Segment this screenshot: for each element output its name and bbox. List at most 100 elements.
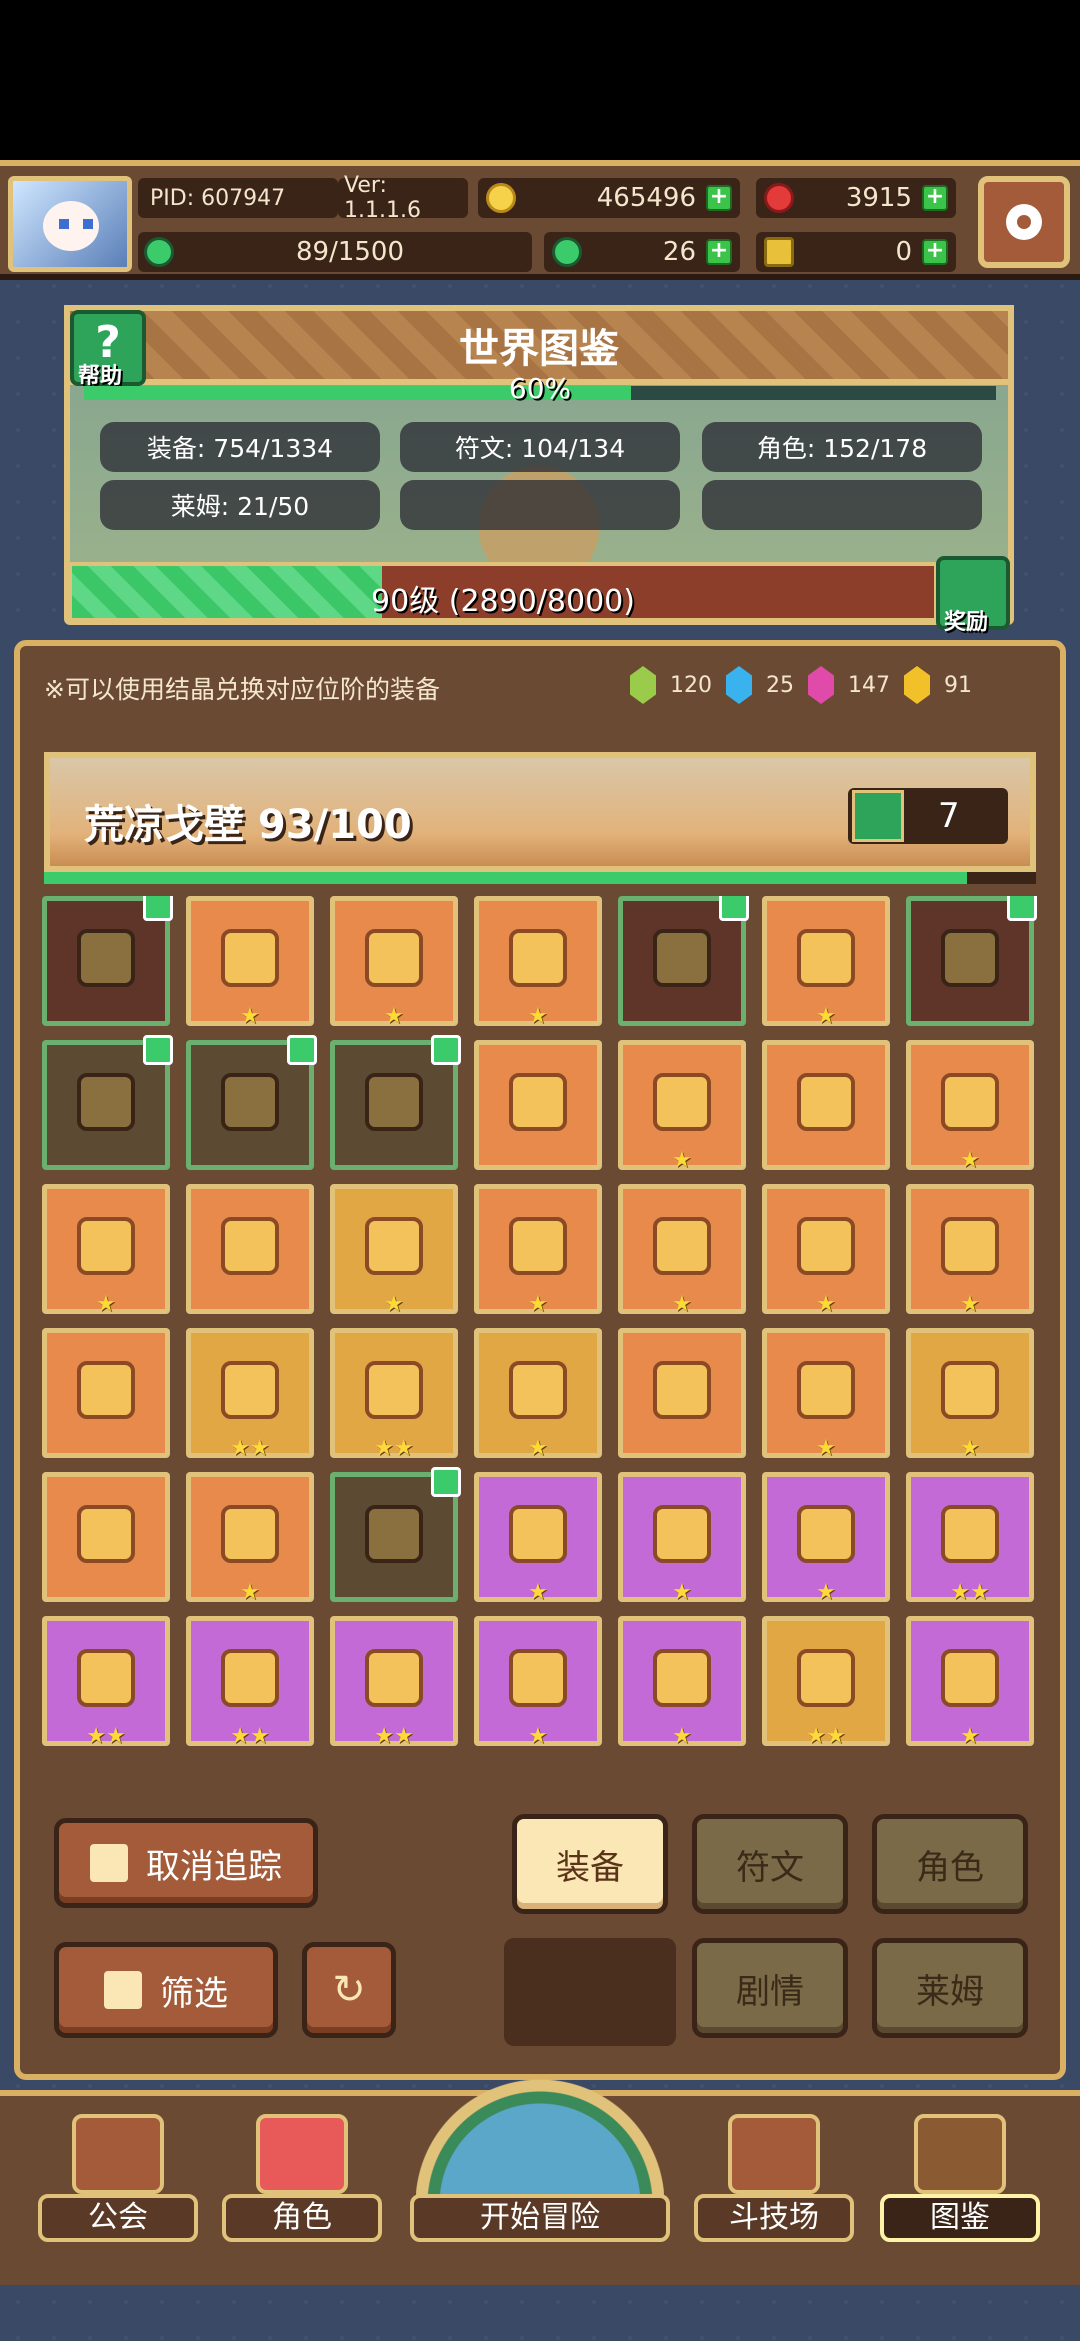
red-gem-icon: [764, 183, 794, 213]
star-rating: ★: [240, 1004, 260, 1029]
equipment-slot[interactable]: ★: [762, 1328, 890, 1461]
equipment-slot[interactable]: ★: [618, 1040, 746, 1173]
tab-equip[interactable]: 装备: [512, 1814, 668, 1914]
tab-rune[interactable]: 符文: [692, 1814, 848, 1914]
equipment-slot[interactable]: ★★: [906, 1472, 1034, 1605]
jewel-cross-icon: [797, 1649, 855, 1707]
crossed-swords-icon: [728, 2114, 820, 2194]
star-rating: ★: [960, 1292, 980, 1317]
clover-value: 26: [662, 237, 696, 267]
equipment-slot[interactable]: [42, 1035, 173, 1170]
avatar-eye: [59, 219, 69, 229]
cross-emblem-icon: [509, 1073, 567, 1131]
equipment-slot[interactable]: ★: [618, 1616, 746, 1749]
equipment-slot[interactable]: [906, 896, 1037, 1026]
star-rating: ★: [240, 1580, 260, 1605]
add-key-button[interactable]: +: [922, 239, 948, 265]
reward-label: 奖励: [944, 610, 989, 635]
nav-adventure[interactable]: 开始冒险: [410, 2064, 670, 2244]
equipment-slot[interactable]: [762, 1040, 890, 1170]
equipment-slot[interactable]: ★: [42, 1184, 170, 1317]
equipment-slot[interactable]: ★: [474, 896, 602, 1029]
equipment-slot[interactable]: ★★: [186, 1328, 314, 1461]
equipment-slot[interactable]: ★: [762, 1472, 890, 1605]
star-rating: ★: [816, 1436, 836, 1461]
equipment-slot[interactable]: ★★: [186, 1616, 314, 1749]
crystal-notice: ※可以使用结晶兑换对应位阶的装备: [44, 675, 440, 704]
version-label: Ver: 1.1.1.6: [338, 173, 468, 223]
thumbs-up-icon: [90, 1844, 128, 1882]
nav-arena[interactable]: 斗技场: [694, 2104, 854, 2244]
equipment-slot[interactable]: ★: [474, 1328, 602, 1461]
equipment-slot[interactable]: ★: [474, 1472, 602, 1605]
hood-icon: [941, 1217, 999, 1275]
tab-story-label: 剧情: [736, 1971, 804, 2012]
region-likes[interactable]: 7: [848, 788, 1008, 844]
nav-codex-label: 图鉴: [880, 2194, 1040, 2242]
equipment-slot[interactable]: ★★: [330, 1328, 458, 1461]
gauntlet-icon: [221, 929, 279, 987]
add-clover-button[interactable]: +: [706, 239, 732, 265]
star-rating: ★★: [950, 1580, 990, 1605]
equipment-slot[interactable]: ★: [906, 1616, 1034, 1749]
star-rating: ★: [672, 1724, 692, 1749]
add-gem-button[interactable]: +: [922, 185, 948, 211]
tracked-thumbs-icon: [719, 896, 749, 921]
star-rating: ★★: [374, 1436, 414, 1461]
star-rating: ★★: [806, 1724, 846, 1749]
gold-crystal-count: 91: [944, 672, 972, 698]
equipment-slot[interactable]: ★: [186, 896, 314, 1029]
blue-crystal-count: 25: [766, 672, 794, 698]
reset-button[interactable]: ↻: [302, 1942, 396, 2038]
equipment-slot[interactable]: ★: [330, 896, 458, 1029]
equipment-slot[interactable]: [330, 1467, 461, 1602]
nav-codex[interactable]: 图鉴: [880, 2104, 1040, 2244]
star-rating: ★: [384, 1004, 404, 1029]
tab-slime-label: 莱姆: [916, 1971, 984, 2012]
equipment-slot[interactable]: [474, 1040, 602, 1170]
nav-guild[interactable]: 公会: [38, 2104, 198, 2244]
equipment-slot[interactable]: ★: [186, 1472, 314, 1605]
equipment-slot[interactable]: ★: [762, 1184, 890, 1317]
region-progress-bar: [44, 872, 1036, 884]
equipment-slot[interactable]: ★: [906, 1184, 1034, 1317]
equipment-slot[interactable]: [618, 1328, 746, 1458]
tab-role-label: 角色: [916, 1847, 984, 1888]
equipment-slot[interactable]: ★: [762, 896, 890, 1029]
equipment-slot[interactable]: ★: [906, 1040, 1034, 1173]
equipment-slot[interactable]: [42, 1472, 170, 1602]
tab-story[interactable]: 剧情: [692, 1938, 848, 2038]
equipment-slot[interactable]: ★★: [42, 1616, 170, 1749]
winged-armor-icon: [941, 929, 999, 987]
add-gold-button[interactable]: +: [706, 185, 732, 211]
equipment-slot[interactable]: ★: [474, 1184, 602, 1317]
equipment-slot[interactable]: ★: [618, 1184, 746, 1317]
equipment-slot[interactable]: [42, 896, 173, 1026]
filter-button[interactable]: 筛选: [54, 1942, 278, 2038]
top-bar: PID: 607947 Ver: 1.1.1.6 465496 + 3915 +…: [0, 160, 1080, 280]
equipment-slot[interactable]: [330, 1035, 461, 1170]
gold-coin-icon: [486, 183, 516, 213]
star-rating: ★★: [230, 1724, 270, 1749]
equipment-slot[interactable]: [186, 1035, 317, 1170]
equipment-slot[interactable]: [42, 1328, 170, 1458]
equipment-slot[interactable]: ★★: [762, 1616, 890, 1749]
equipment-slot[interactable]: ★: [906, 1328, 1034, 1461]
settings-button[interactable]: [978, 176, 1070, 268]
tab-role[interactable]: 角色: [872, 1814, 1028, 1914]
equipment-slot[interactable]: ★: [330, 1184, 458, 1317]
player-avatar[interactable]: [8, 176, 132, 272]
red-boots-icon: [797, 1505, 855, 1563]
star-rating: ★: [672, 1580, 692, 1605]
stat-rune: 符文: 104/134: [400, 422, 680, 472]
equipment-slot[interactable]: ★: [474, 1616, 602, 1749]
equipment-slot[interactable]: ★: [618, 1472, 746, 1605]
tab-slime[interactable]: 莱姆: [872, 1938, 1028, 2038]
equipment-slot[interactable]: [186, 1184, 314, 1314]
untrack-button[interactable]: 取消追踪: [54, 1818, 318, 1908]
stamina-clover-icon: [144, 237, 174, 267]
star-rating: ★: [672, 1292, 692, 1317]
nav-role[interactable]: 角色: [222, 2104, 382, 2244]
equipment-slot[interactable]: [618, 896, 749, 1026]
equipment-slot[interactable]: ★★: [330, 1616, 458, 1749]
